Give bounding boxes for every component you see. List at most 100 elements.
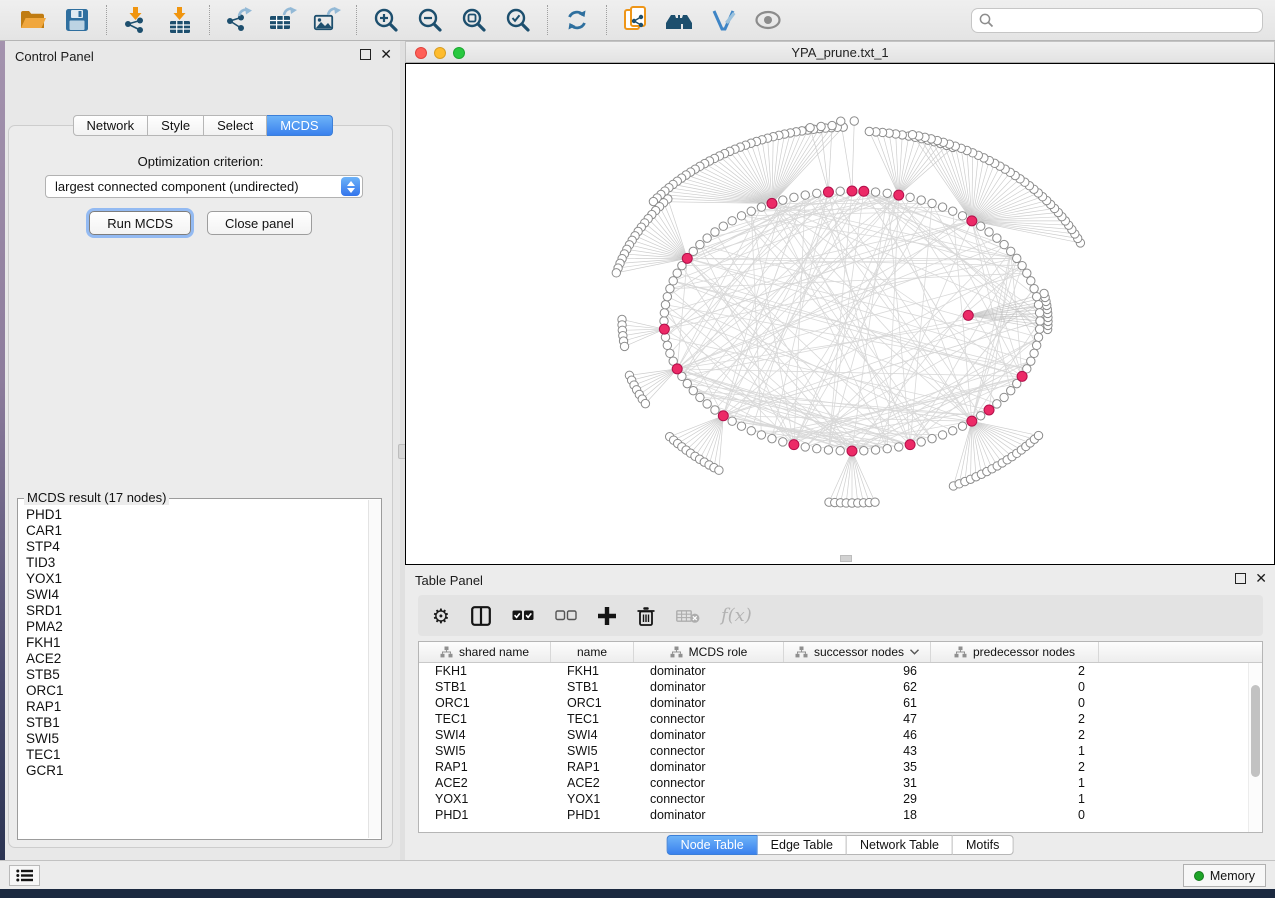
- column-header-predecessors[interactable]: predecessor nodes: [931, 642, 1099, 662]
- mcds-result-item[interactable]: TID3: [26, 555, 367, 571]
- mcds-result-item[interactable]: PHD1: [26, 507, 367, 523]
- task-history-button[interactable]: [9, 865, 40, 886]
- run-mcds-button[interactable]: Run MCDS: [89, 211, 191, 235]
- mcds-result-item[interactable]: ACE2: [26, 651, 367, 667]
- refresh-icon[interactable]: [562, 5, 592, 35]
- criterion-dropdown[interactable]: largest connected component (undirected): [45, 175, 363, 198]
- open-file-icon[interactable]: [18, 5, 48, 35]
- table-scrollbar[interactable]: [1248, 663, 1262, 832]
- cell-name: SWI5: [551, 743, 634, 759]
- mcds-result-item[interactable]: FKH1: [26, 635, 367, 651]
- tab-node-table[interactable]: Node Table: [667, 835, 758, 855]
- zoom-in-icon[interactable]: [371, 5, 401, 35]
- cell-successors: 62: [784, 679, 931, 695]
- zoom-fit-icon[interactable]: [459, 5, 489, 35]
- task-list-icon: [16, 869, 33, 882]
- table-row[interactable]: PHD1PHD1dominator180: [419, 807, 1248, 823]
- control-panel: Control Panel ✕ NetworkStyleSelectMCDS O…: [5, 41, 400, 860]
- cell-mcds_role: dominator: [634, 679, 784, 695]
- table-settings-icon[interactable]: ⚙: [432, 606, 450, 626]
- tab-select[interactable]: Select: [204, 115, 267, 136]
- add-column-icon[interactable]: [598, 607, 616, 625]
- hierarchy-icon: [954, 646, 967, 658]
- close-panel-button[interactable]: Close panel: [207, 211, 312, 235]
- export-table-icon[interactable]: [268, 5, 298, 35]
- table-row[interactable]: TEC1TEC1connector472: [419, 711, 1248, 727]
- mcds-result-item[interactable]: SWI5: [26, 731, 367, 747]
- mcds-result-item[interactable]: STB5: [26, 667, 367, 683]
- cell-successors: 96: [784, 663, 931, 679]
- zoom-selected-icon[interactable]: [503, 5, 533, 35]
- delete-table-icon[interactable]: [676, 608, 700, 624]
- tab-edge-table[interactable]: Edge Table: [758, 835, 847, 855]
- column-header-mcds_role[interactable]: MCDS role: [634, 642, 784, 662]
- table-row[interactable]: ACE2ACE2connector311: [419, 775, 1248, 791]
- mcds-result-list: PHD1CAR1STP4TID3YOX1SWI4SRD1PMA2FKH1ACE2…: [19, 505, 367, 838]
- unselect-all-icon[interactable]: [555, 609, 577, 622]
- mcds-result-item[interactable]: STP4: [26, 539, 367, 555]
- show-columns-icon[interactable]: [471, 606, 491, 626]
- cell-mcds_role: connector: [634, 791, 784, 807]
- import-network-icon[interactable]: [121, 5, 151, 35]
- tab-network-table[interactable]: Network Table: [847, 835, 953, 855]
- mcds-result-item[interactable]: SRD1: [26, 603, 367, 619]
- mcds-result-item[interactable]: GCR1: [26, 763, 367, 779]
- table-row[interactable]: SWI4SWI4dominator462: [419, 727, 1248, 743]
- mcds-result-item[interactable]: YOX1: [26, 571, 367, 587]
- table-row[interactable]: ORC1ORC1dominator610: [419, 695, 1248, 711]
- table-row[interactable]: YOX1YOX1connector291: [419, 791, 1248, 807]
- cell-shared_name: ORC1: [419, 695, 551, 711]
- network-from-file-icon[interactable]: [621, 5, 651, 35]
- criterion-dropdown-value: largest connected component (undirected): [46, 179, 341, 194]
- mcds-result-item[interactable]: ORC1: [26, 683, 367, 699]
- tab-network[interactable]: Network: [72, 115, 148, 136]
- table-row[interactable]: RAP1RAP1dominator352: [419, 759, 1248, 775]
- mcds-result-item[interactable]: PMA2: [26, 619, 367, 635]
- table-scrollbar-thumb[interactable]: [1251, 685, 1260, 777]
- cell-predecessors: 2: [931, 663, 1099, 679]
- export-network-icon[interactable]: [224, 5, 254, 35]
- cell-shared_name: YOX1: [419, 791, 551, 807]
- mcds-result-item[interactable]: STB1: [26, 715, 367, 731]
- vizmapper-icon[interactable]: [709, 5, 739, 35]
- mcds-result-item[interactable]: RAP1: [26, 699, 367, 715]
- import-table-icon[interactable]: [165, 5, 195, 35]
- select-all-icon[interactable]: [512, 609, 534, 622]
- tab-style[interactable]: Style: [148, 115, 204, 136]
- cell-mcds_role: dominator: [634, 695, 784, 711]
- search-input[interactable]: [999, 13, 1255, 28]
- function-builder-icon[interactable]: f(x): [721, 605, 752, 626]
- zoom-out-icon[interactable]: [415, 5, 445, 35]
- column-header-successors[interactable]: successor nodes: [784, 642, 931, 662]
- export-image-icon[interactable]: [312, 5, 342, 35]
- close-table-panel-icon[interactable]: ✕: [1255, 573, 1267, 584]
- canvas-grip: [840, 555, 852, 562]
- mcds-result-title: MCDS result (17 nodes): [24, 490, 169, 505]
- mcds-result-item[interactable]: SWI4: [26, 587, 367, 603]
- close-panel-icon[interactable]: ✕: [380, 49, 392, 60]
- delete-column-icon[interactable]: [637, 606, 655, 626]
- network-titlebar[interactable]: YPA_prune.txt_1: [405, 41, 1275, 63]
- mcds-result-item[interactable]: CAR1: [26, 523, 367, 539]
- table-row[interactable]: SWI5SWI5connector431: [419, 743, 1248, 759]
- column-header-shared_name[interactable]: shared name: [419, 642, 551, 662]
- cell-predecessors: 1: [931, 791, 1099, 807]
- float-panel-icon[interactable]: [360, 49, 371, 60]
- mcds-result-item[interactable]: TEC1: [26, 747, 367, 763]
- table-row[interactable]: FKH1FKH1dominator962: [419, 663, 1248, 679]
- tab-motifs[interactable]: Motifs: [953, 835, 1013, 855]
- network-canvas[interactable]: [405, 63, 1275, 565]
- column-header-name[interactable]: name: [551, 642, 634, 662]
- show-hide-icon[interactable]: [753, 5, 783, 35]
- cell-successors: 61: [784, 695, 931, 711]
- network-canvas-svg[interactable]: [406, 64, 1274, 565]
- memory-button[interactable]: Memory: [1183, 864, 1266, 887]
- save-session-icon[interactable]: [62, 5, 92, 35]
- table-row[interactable]: STB1STB1dominator620: [419, 679, 1248, 695]
- float-table-panel-icon[interactable]: [1235, 573, 1246, 584]
- cell-mcds_role: dominator: [634, 663, 784, 679]
- tab-mcds[interactable]: MCDS: [267, 115, 332, 136]
- mcds-list-scrollbar[interactable]: [368, 500, 381, 838]
- table-toolbar: ⚙ f(x): [418, 595, 1263, 636]
- search-network-icon[interactable]: [665, 5, 695, 35]
